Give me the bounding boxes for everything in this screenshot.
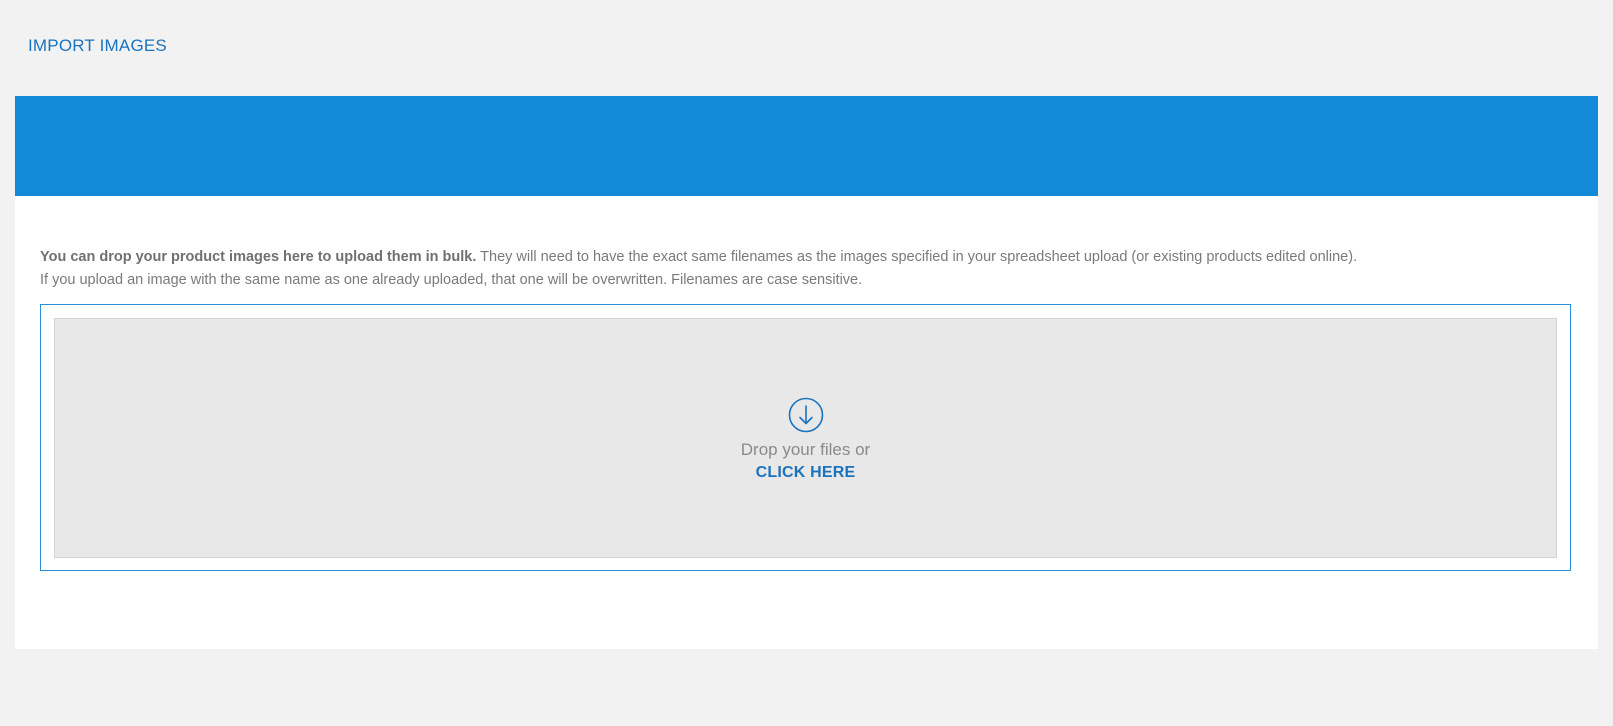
intro-text: You can drop your product images here to… <box>40 246 1570 292</box>
intro-line2-text: If you upload an image with the same nam… <box>40 272 863 288</box>
dropzone-frame: Drop your files or CLICK HERE <box>40 304 1571 571</box>
intro-bold-text: You can drop your product images here to… <box>40 249 477 265</box>
dropzone-content: Drop your files or CLICK HERE <box>55 397 1556 482</box>
header-banner <box>15 96 1598 196</box>
download-circle-icon <box>788 397 824 433</box>
intro-line1-text: They will need to have the exact same fi… <box>476 249 1358 265</box>
page-title: IMPORT IMAGES <box>28 36 167 55</box>
dropzone-text: Drop your files or <box>740 440 871 459</box>
click-here-link[interactable]: CLICK HERE <box>756 464 856 482</box>
content-panel: You can drop your product images here to… <box>15 196 1598 649</box>
file-dropzone[interactable]: Drop your files or CLICK HERE <box>54 318 1557 558</box>
